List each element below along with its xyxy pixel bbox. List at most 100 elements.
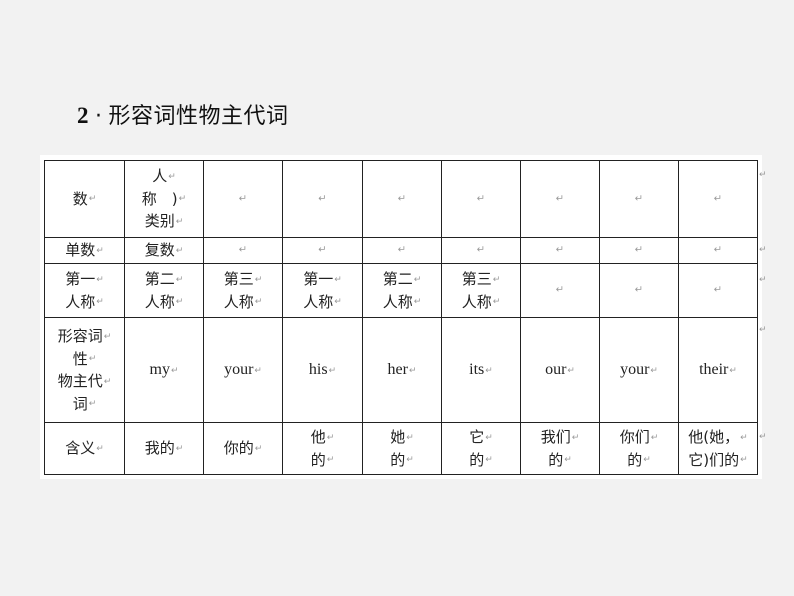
paragraph-mark-icon: ↵ — [96, 443, 104, 454]
paragraph-mark-icon: ↵ — [103, 331, 112, 342]
table-cell: 人↵ 称 )↵ 类别↵ — [124, 160, 204, 238]
paragraph-mark-icon: ↵ — [254, 365, 262, 376]
cell-text-line: 物主代↵ — [45, 370, 124, 393]
cell-text: 称 ) — [141, 189, 178, 208]
paragraph-mark-icon: ↵ — [238, 244, 248, 256]
paragraph-mark-icon: ↵ — [96, 297, 104, 307]
paragraph-mark-icon: ↵ — [88, 354, 97, 364]
cell-text: 人 — [152, 167, 168, 186]
paragraph-mark-icon: ↵ — [334, 274, 342, 285]
paragraph-mark-icon: ↵ — [413, 297, 422, 307]
cell-text: 他 — [310, 428, 326, 446]
table-cell: ↵ — [282, 237, 363, 264]
person-row: 第一↵ 人称↵ 第二↵ 人称↵ 第三↵ 人称↵ 第一↵ 人称↵ 第二↵ 人称↵ 第三↵ 人称↵ ↵ ↵ ↵ — [44, 263, 758, 318]
paragraph-mark-icon: ↵ — [254, 274, 263, 285]
table-cell: 复数↵ — [124, 237, 204, 264]
table-cell: ↵ — [520, 263, 600, 318]
table-cell: ↵ — [599, 237, 679, 264]
paragraph-mark-icon: ↵ — [492, 297, 501, 307]
table-cell: 你们↵ 的↵ — [599, 422, 679, 475]
paragraph-mark-icon: ↵ — [650, 365, 658, 376]
cell-text-line: 你们↵ — [600, 426, 678, 449]
table-cell: 含义↵ — [44, 422, 125, 475]
cell-text-line: 人称↵ — [125, 291, 203, 314]
paragraph-mark-icon: ↵ — [326, 432, 335, 443]
paragraph-mark-icon: ↵ — [650, 432, 659, 443]
paragraph-mark-icon: ↵ — [634, 193, 644, 205]
table-cell: your↵ — [203, 317, 283, 423]
cell-text-line: 的↵ — [363, 449, 441, 472]
cell-text: 含义 — [65, 439, 96, 458]
cell-text: 他(她， — [688, 428, 740, 446]
cell-text: 的 — [310, 450, 326, 469]
cell-text: 第三 — [461, 270, 492, 288]
cell-text-line: 它)们的↵ — [679, 449, 757, 472]
cell-text: 人称 — [382, 292, 413, 311]
cell-text-line: 人↵ — [125, 165, 203, 188]
table-cell: 我们↵ 的↵ — [520, 422, 600, 475]
table-cell: its↵ — [441, 317, 521, 423]
table-cell: ↵ — [441, 160, 521, 238]
cell-text: 物主代 — [57, 372, 103, 390]
section-heading: 2 · 形容词性物主代词 — [77, 100, 289, 133]
cell-text: 的 — [627, 450, 643, 469]
cell-text: 我的 — [144, 439, 175, 458]
cell-text-line: her↵ — [363, 359, 441, 381]
table-cell: ↵ — [599, 160, 679, 238]
row-end-mark: ↵ — [759, 275, 767, 285]
paragraph-mark-icon: ↵ — [485, 365, 493, 376]
paragraph-mark-icon: ↵ — [713, 193, 723, 205]
table-cell: 第三↵ 人称↵ — [203, 263, 283, 318]
cell-text-line: 类别↵ — [125, 210, 203, 233]
cell-text-line: 第三↵ — [204, 268, 282, 291]
cell-text-line: 的↵ — [521, 449, 599, 472]
cell-text-line: 第二↵ — [363, 268, 441, 291]
cell-text: our — [545, 360, 567, 378]
cell-text-line: 第三↵ — [442, 268, 520, 291]
cell-text: 人称 — [223, 292, 254, 311]
table-cell: their↵ — [678, 317, 758, 423]
cell-text: 人称 — [461, 292, 492, 311]
cell-text: 第一 — [303, 270, 334, 288]
cell-text: 复数 — [144, 241, 175, 260]
paragraph-mark-icon: ↵ — [168, 171, 176, 182]
paragraph-mark-icon: ↵ — [564, 455, 572, 465]
cell-text-line: 词↵ — [45, 393, 124, 416]
cell-text: 它 — [469, 428, 485, 446]
cell-text-line: 单数↵ — [45, 239, 124, 262]
table-cell: 单数↵ — [44, 237, 125, 264]
cell-text: his — [308, 360, 328, 378]
table-cell: ↵ — [678, 160, 758, 238]
section-separator: · — [95, 104, 103, 129]
cell-text: 第二 — [144, 270, 175, 288]
cell-text: her — [387, 360, 408, 378]
cell-text: 单数 — [65, 241, 96, 260]
paragraph-mark-icon: ↵ — [175, 216, 184, 227]
paragraph-mark-icon: ↵ — [254, 297, 263, 307]
table-cell: our↵ — [520, 317, 600, 423]
cell-text-line: 的↵ — [283, 449, 362, 472]
paragraph-mark-icon: ↵ — [406, 432, 414, 443]
table-cell: 第一↵ 人称↵ — [44, 263, 125, 318]
paragraph-mark-icon: ↵ — [634, 244, 644, 256]
cell-text-line: 的↵ — [600, 449, 678, 472]
paragraph-mark-icon: ↵ — [634, 284, 644, 296]
cell-text: 第二 — [382, 270, 413, 288]
paragraph-mark-icon: ↵ — [713, 244, 723, 256]
table-cell: 第二↵ 人称↵ — [362, 263, 442, 318]
row-end-mark: ↵ — [759, 325, 767, 335]
cell-text: 人称 — [65, 292, 96, 311]
cell-text-line: 我们↵ — [521, 426, 599, 449]
paragraph-mark-icon: ↵ — [413, 274, 422, 285]
table-cell: ↵ — [203, 160, 283, 238]
cell-text-line: 第二↵ — [125, 268, 203, 291]
paragraph-mark-icon: ↵ — [238, 193, 248, 205]
cell-text-line: my↵ — [125, 359, 203, 381]
paragraph-mark-icon: ↵ — [555, 193, 565, 205]
paragraph-mark-icon: ↵ — [729, 365, 737, 376]
paragraph-mark-icon: ↵ — [406, 455, 414, 465]
cell-text-line: 你的↵ — [204, 437, 282, 460]
number-row: 单数↵ 复数↵ ↵ ↵ ↵ ↵ ↵ ↵ ↵ — [44, 237, 758, 264]
paragraph-mark-icon: ↵ — [476, 244, 486, 256]
paragraph-mark-icon: ↵ — [492, 274, 501, 285]
